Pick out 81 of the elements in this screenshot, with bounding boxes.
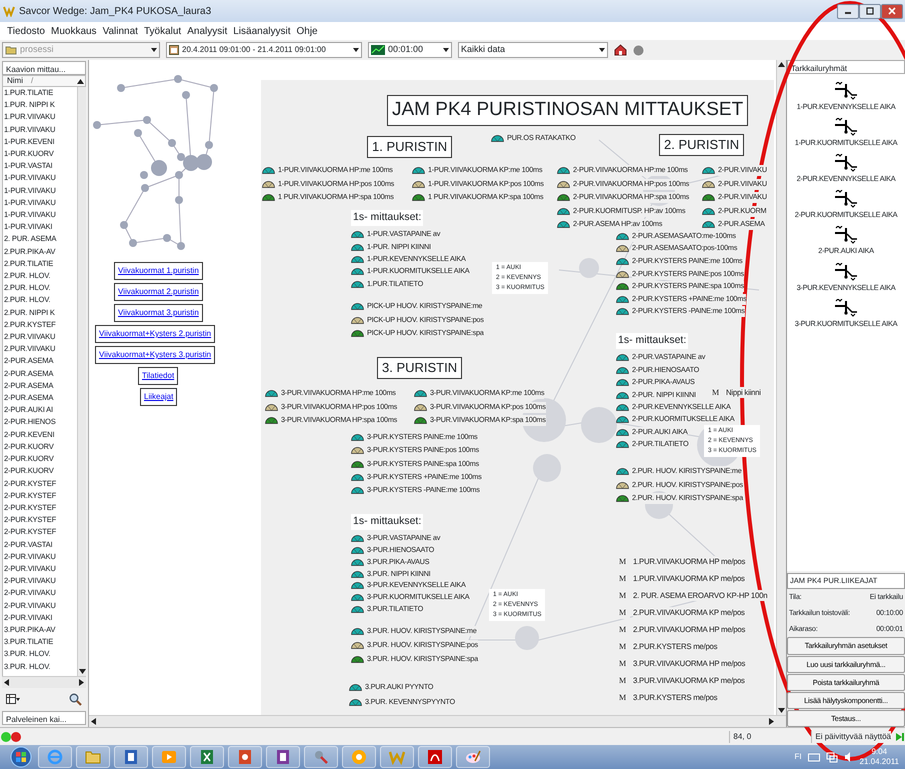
notebook-icon: [275, 749, 291, 765]
search-icon[interactable]: [69, 692, 82, 706]
switch-symbol-icon[interactable]: [834, 82, 858, 100]
data-combobox[interactable]: Kaikki data: [458, 42, 608, 58]
interval-combobox[interactable]: 00:01:00: [368, 42, 452, 58]
panel-tab[interactable]: Palveleinen kai...: [2, 711, 86, 725]
cursor-position: 84, 0: [729, 730, 808, 742]
start-button[interactable]: [8, 746, 34, 768]
paint-icon: [465, 749, 481, 765]
network-icon[interactable]: [826, 752, 838, 762]
status-lights-icon: [0, 730, 22, 742]
switch-symbol-icon[interactable]: [834, 154, 858, 172]
taskbar-button[interactable]: [114, 746, 148, 768]
formula-symbol: M: [619, 606, 630, 618]
scroll-right-icon: [77, 677, 86, 688]
play-icon[interactable]: [895, 732, 905, 742]
media-player-icon: [161, 749, 177, 765]
taskbar-button[interactable]: [418, 746, 452, 768]
taskbar-button[interactable]: [456, 746, 490, 768]
switch-symbol-icon[interactable]: [834, 226, 858, 244]
switch-symbol-icon[interactable]: [834, 190, 858, 208]
diagram-link[interactable]: Tilatiedot: [138, 367, 178, 385]
close-icon: [886, 6, 898, 16]
document-icon: [123, 749, 139, 765]
diagram-link[interactable]: Viivakuormat+Kysters 2.puristin: [95, 325, 216, 343]
subsection-heading: 1s- mittaukset:: [351, 210, 424, 226]
switch-symbol-icon[interactable]: [834, 298, 858, 317]
minimize-button[interactable]: [837, 4, 859, 18]
menu-item[interactable]: Muokkaus: [48, 24, 100, 38]
diagram-link[interactable]: Liikeajat: [140, 388, 178, 406]
spreadsheet-icon: [199, 749, 215, 765]
home-icon[interactable]: [614, 44, 627, 56]
switch-symbol-icon[interactable]: [834, 118, 858, 136]
diagram-link[interactable]: Viivakuormat+Kysters 3.puristin: [95, 346, 216, 364]
scroll-down-icon: [78, 667, 86, 676]
window-title: Savcor Wedge: Jam_PK4 PUKOSA_laura3: [19, 4, 212, 18]
status-message: Ei päivittyvää näyttöä: [811, 730, 891, 742]
logo-app-icon: [389, 749, 405, 765]
menu-item[interactable]: Valinnat: [100, 24, 141, 38]
scroll-up-icon: [777, 60, 786, 69]
subsection-heading: 1s- mittaukset:: [351, 514, 424, 530]
section-heading: 3. PURISTIN: [377, 357, 462, 378]
period-combobox[interactable]: 20.4.2011 09:01:00 - 21.4.2011 09:01:00: [166, 42, 362, 58]
keyboard-icon[interactable]: [808, 752, 820, 762]
taskbar-button[interactable]: [190, 746, 224, 768]
taskbar-button[interactable]: [228, 746, 262, 768]
presentation-icon: [237, 749, 253, 765]
menu-item[interactable]: Ohje: [294, 24, 321, 38]
maximize-button[interactable]: [859, 4, 881, 18]
panel-tab[interactable]: Kaavion mittau...: [2, 61, 86, 75]
column-header[interactable]: Nimi: [7, 75, 23, 87]
folder-icon: [85, 749, 101, 765]
section-heading: 2. PURISTIN: [659, 134, 744, 156]
close-button[interactable]: [881, 4, 903, 18]
sort-indicator: /: [31, 75, 34, 87]
diagram-link[interactable]: Viivakuormat 2.puristin: [114, 283, 203, 301]
scroll-left-icon: [2, 677, 11, 688]
menu-item[interactable]: Tiedosto: [4, 24, 48, 38]
stop-icon[interactable]: [633, 44, 644, 56]
folder-icon: [5, 45, 17, 55]
maximize-icon: [864, 6, 876, 16]
diagram-title: JAM PK4 PURISTINOSAN MITTAUKSET: [387, 95, 748, 126]
subsection-heading: 1s- mittaukset:: [616, 333, 688, 349]
pdf-icon: [427, 749, 443, 765]
panel-tab[interactable]: Tarkkailuryhmät: [787, 60, 905, 74]
scroll-right-icon: [767, 716, 776, 727]
taskbar-button[interactable]: [304, 746, 338, 768]
chart-icon: [371, 45, 385, 55]
browser-icon: [47, 749, 63, 765]
menu-item[interactable]: Analyysit: [184, 24, 230, 38]
diagram-link[interactable]: Viivakuormat 1.puristin: [114, 262, 203, 280]
app-logo-icon: [3, 5, 15, 17]
menu-item[interactable]: Työkalut: [140, 24, 184, 38]
switch-symbol-icon[interactable]: [834, 262, 858, 281]
calendar-icon: [169, 45, 179, 55]
menu-item[interactable]: Lisäanalyysit: [230, 24, 294, 38]
diagram-link[interactable]: Viivakuormat 3.puristin: [114, 304, 203, 322]
scroll-left-icon: [89, 716, 98, 727]
taskbar-button[interactable]: [266, 746, 300, 768]
section-heading: 1. PURISTIN: [367, 136, 452, 158]
table-icon[interactable]: [6, 694, 20, 704]
